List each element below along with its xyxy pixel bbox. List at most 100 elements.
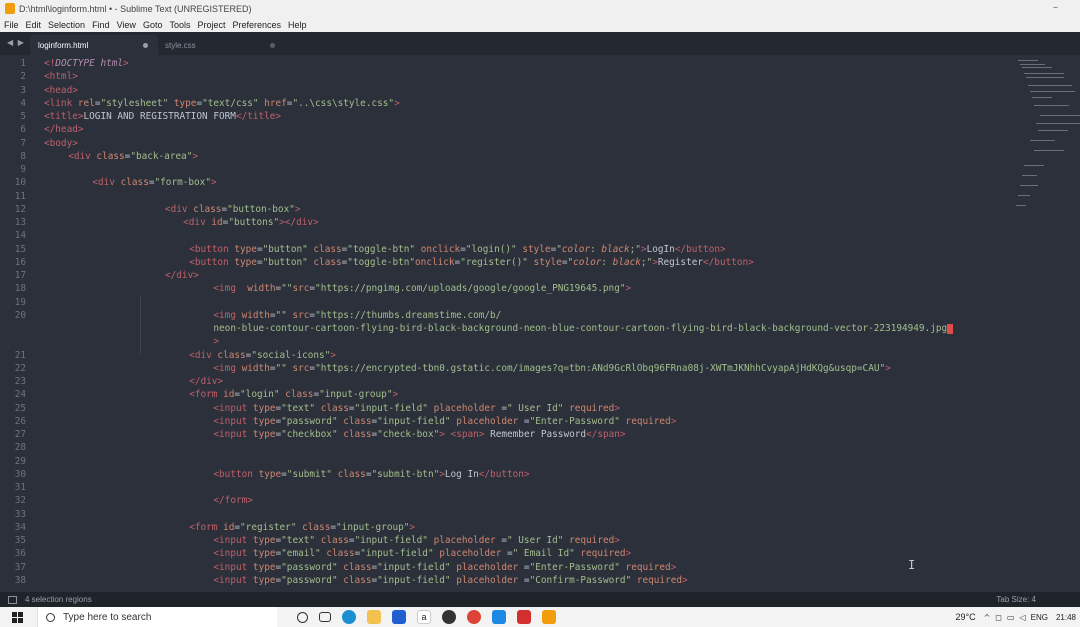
network-icon[interactable]: ◻	[995, 613, 1002, 622]
code-line[interactable]: <link rel="stylesheet" type="text/css" h…	[44, 98, 400, 109]
clock[interactable]: 21:48	[1056, 613, 1076, 622]
minimize-button[interactable]: –	[1053, 2, 1058, 13]
code-line[interactable]: <input type="password" class="input-fiel…	[213, 416, 676, 427]
minimap-line	[1040, 115, 1080, 116]
code-line[interactable]: </div>	[165, 270, 199, 281]
weather-widget[interactable]: 29°C	[955, 612, 975, 622]
window-title: D:\html\loginform.html • - Sublime Text …	[19, 3, 252, 14]
menu-help[interactable]: Help	[288, 20, 307, 30]
line-number: 13	[14, 217, 26, 228]
line-number: 26	[14, 415, 26, 427]
minimap-line	[1026, 77, 1064, 78]
code-line[interactable]: <input type="text" class="input-field" p…	[213, 403, 620, 414]
tab-label: loginform.html	[38, 40, 89, 50]
task-view-icon[interactable]	[319, 612, 331, 622]
code-line[interactable]: <form id="register" class="input-group">	[189, 522, 415, 533]
code-line[interactable]: <button type="submit" class="submit-btn"…	[213, 469, 529, 480]
code-line[interactable]: <html>	[44, 71, 78, 82]
line-number: 25	[14, 402, 26, 414]
battery-icon[interactable]: ▭	[1007, 613, 1015, 622]
tab-nav-arrows-icon[interactable]: ◀ ▶	[7, 38, 25, 47]
vscode-icon[interactable]	[492, 610, 506, 624]
line-number: 18	[14, 283, 26, 295]
code-line[interactable]: <div class="button-box">	[165, 204, 301, 215]
menu-find[interactable]: Find	[92, 20, 110, 30]
line-number: 24	[14, 389, 26, 401]
code-line[interactable]: <div id="buttons"></div>	[183, 217, 319, 228]
code-line[interactable]: <input type="text" class="input-field" p…	[213, 535, 620, 546]
file-explorer-icon[interactable]	[367, 610, 381, 624]
code-line[interactable]: <div class="form-box">	[92, 177, 216, 188]
menu-file[interactable]: File	[4, 20, 19, 30]
code-line[interactable]: <input type="checkbox" class="check-box"…	[213, 429, 625, 440]
menu-selection[interactable]: Selection	[48, 20, 85, 30]
code-line[interactable]: <img width=""src="https://pngimg.com/upl…	[213, 283, 631, 294]
cortana-icon[interactable]	[297, 611, 308, 623]
code-line[interactable]: <button type="button" class="toggle-btn"…	[189, 244, 725, 255]
minimap[interactable]	[1010, 55, 1080, 592]
code-line[interactable]: >	[213, 336, 219, 347]
indent-guide	[140, 295, 141, 355]
code-line[interactable]: <form id="login" class="input-group">	[189, 389, 398, 400]
title-bar: D:\html\loginform.html • - Sublime Text …	[0, 0, 1080, 17]
edge-icon[interactable]	[342, 610, 356, 624]
line-number: 27	[14, 429, 26, 440]
tab-loginform[interactable]: loginform.html	[30, 35, 158, 55]
code-line[interactable]: <input type="password" class="input-fiel…	[213, 575, 687, 586]
line-number: 6	[20, 124, 26, 136]
line-number: 36	[14, 548, 26, 560]
code-line[interactable]: <!DOCTYPE html>	[44, 58, 129, 69]
menu-view[interactable]: View	[117, 20, 136, 30]
code-line[interactable]: <head>	[44, 85, 78, 96]
close-tab-icon[interactable]	[270, 43, 275, 48]
start-button-icon[interactable]	[12, 611, 23, 623]
code-line[interactable]: <div class="social-icons">	[189, 350, 336, 361]
selection-status: 4 selection regions	[25, 595, 92, 604]
tab-size-status[interactable]: Tab Size: 4	[996, 595, 1036, 604]
tab-style-css[interactable]: style.css	[157, 35, 285, 55]
code-line[interactable]: <body>	[44, 138, 78, 149]
chevron-up-icon[interactable]: ^	[984, 613, 991, 622]
code-line[interactable]: neon-blue-contour-cartoon-flying-bird-bl…	[213, 323, 954, 334]
minimap-line	[1018, 60, 1038, 61]
code-line[interactable]: <input type="password" class="input-fiel…	[213, 562, 676, 573]
dropbox-icon[interactable]	[392, 610, 406, 624]
sublime-icon[interactable]	[542, 610, 556, 624]
line-number: 34	[14, 521, 26, 533]
system-tray: 29°C ^ ◻ ▭ ◁ ENG 21:48	[955, 607, 1080, 627]
code-line[interactable]: </div>	[189, 376, 223, 387]
menu-tools[interactable]: Tools	[169, 20, 190, 30]
line-number: 33	[14, 508, 26, 520]
acrobat-icon[interactable]	[517, 610, 531, 624]
tab-bar: ◀ ▶ loginform.html style.css	[0, 32, 1080, 55]
minimap-line	[1034, 150, 1064, 151]
language-indicator[interactable]: ENG	[1031, 613, 1048, 622]
volume-icon[interactable]: ◁	[1019, 613, 1025, 622]
menu-goto[interactable]: Goto	[143, 20, 163, 30]
panel-toggle-icon[interactable]	[8, 595, 17, 604]
code-line[interactable]: <img width="" src="https://thumbs.dreams…	[213, 310, 501, 321]
media-icon[interactable]	[442, 610, 456, 624]
line-number: 9	[20, 164, 26, 175]
amazon-icon[interactable]: a	[417, 610, 431, 624]
code-line[interactable]: <title>LOGIN AND REGISTRATION FORM</titl…	[44, 111, 281, 122]
code-editor[interactable]: 1 2 3 4 5 6 7 8 9 10 11 12 13 14 15 16 17 18 19 20 21 22 23 24 2…	[0, 55, 1010, 592]
tab-label: style.css	[165, 40, 196, 50]
line-number: 14	[14, 230, 26, 242]
chrome-icon[interactable]	[467, 610, 481, 624]
code-line[interactable]: <img width="" src="https://encrypted-tbn…	[213, 363, 890, 374]
code-line[interactable]: <input type="email" class="input-field" …	[213, 548, 631, 559]
code-line[interactable]: </head>	[44, 124, 84, 135]
taskbar-search[interactable]: Type here to search	[37, 607, 277, 627]
menu-project[interactable]: Project	[197, 20, 225, 30]
code-line[interactable]: <button type="button" class="toggle-btn"…	[189, 257, 754, 268]
line-number: 30	[14, 468, 26, 480]
line-number: 3	[20, 84, 26, 96]
menu-preferences[interactable]: Preferences	[232, 20, 281, 30]
code-line[interactable]: <div class="back-area">	[68, 151, 198, 162]
unsaved-dot-icon[interactable]	[143, 43, 148, 48]
menu-edit[interactable]: Edit	[26, 20, 42, 30]
code-line[interactable]: </form>	[213, 495, 253, 506]
line-number: 4	[20, 97, 26, 109]
line-number: 29	[14, 455, 26, 467]
